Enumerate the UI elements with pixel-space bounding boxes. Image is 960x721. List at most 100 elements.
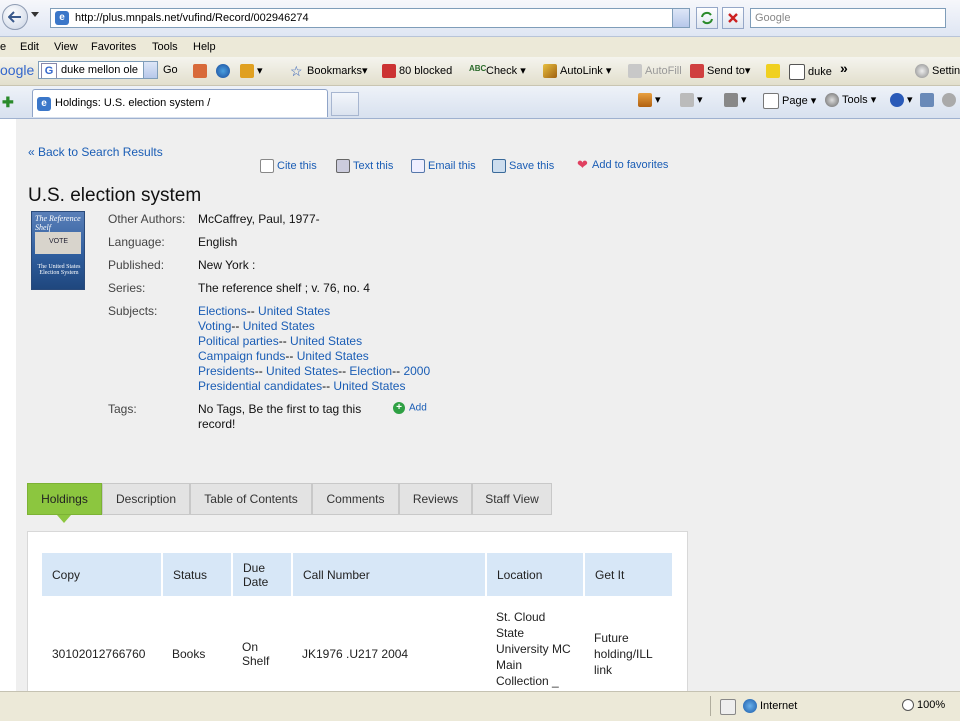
subject-link[interactable]: Political parties	[198, 334, 279, 348]
back-to-results-link[interactable]: « Back to Search Results	[28, 145, 163, 159]
puzzle-icon[interactable]: ▾	[240, 64, 263, 79]
favorites-add-icon[interactable]: ✚	[2, 94, 14, 111]
tab-reviews[interactable]: Reviews	[399, 483, 472, 515]
google-g-icon: G	[41, 63, 57, 78]
subject-item: Campaign funds-- United States	[198, 349, 369, 363]
subject-link[interactable]: Campaign funds	[198, 349, 285, 363]
save-this-link[interactable]: Save this	[492, 159, 554, 173]
subject-sub-link[interactable]: United States	[333, 379, 405, 393]
autolink-button[interactable]: AutoLink ▾	[543, 64, 611, 79]
go-button[interactable]: Go	[163, 64, 178, 76]
google-search-dropdown-icon[interactable]	[143, 61, 158, 79]
subject-item: Presidents-- United States-- Election-- …	[198, 364, 431, 378]
browser-tab-active[interactable]: e Holdings: U.S. election system /	[32, 89, 328, 117]
cover-photo: VOTE	[35, 232, 81, 254]
back-arrow-icon	[8, 11, 21, 23]
settings-button[interactable]: Settin	[915, 64, 960, 78]
url-text: http://plus.mnpals.net/vufind/Record/002…	[75, 12, 309, 24]
menu-help[interactable]: Help	[193, 41, 216, 53]
popup-blocker-button[interactable]: 80 blocked	[382, 64, 452, 78]
email-this-link[interactable]: Email this	[411, 159, 476, 173]
subject-link[interactable]: Elections	[198, 304, 247, 318]
back-button[interactable]	[2, 4, 28, 30]
help-icon[interactable]: ▾	[890, 93, 913, 108]
zoom-icon	[902, 699, 914, 712]
add-tag-button[interactable]: + Add	[393, 402, 427, 414]
messenger-icon[interactable]	[942, 93, 959, 107]
subject-sub-link[interactable]: United States	[297, 349, 369, 363]
protected-mode-icon	[720, 699, 739, 715]
new-tab-button[interactable]	[331, 92, 359, 116]
more-chevron-icon[interactable]: »	[840, 60, 848, 76]
globe-icon[interactable]	[216, 64, 233, 78]
tab-table-of-contents[interactable]: Table of Contents	[190, 483, 312, 515]
duke-label: duke	[808, 65, 832, 78]
tags-empty-text-2: record!	[198, 417, 236, 431]
menu-edit[interactable]: Edit	[20, 41, 39, 53]
menu-tools[interactable]: Tools	[152, 41, 178, 53]
sendto-icon	[690, 64, 704, 79]
news-icon[interactable]	[193, 64, 210, 78]
subject-sub-link[interactable]: United States	[290, 334, 362, 348]
series-link[interactable]: The reference shelf ; v. 76, no. 4	[198, 281, 370, 295]
search-input[interactable]: Google	[750, 8, 946, 28]
phone-icon	[336, 159, 350, 173]
cite-this-link[interactable]: Cite this	[260, 159, 317, 173]
tab-holdings[interactable]: Holdings	[27, 483, 102, 515]
cover-vote-text: VOTE	[49, 238, 69, 245]
author-link[interactable]: McCaffrey, Paul, 1977-	[198, 212, 320, 226]
book-cover[interactable]: The Reference Shelf VOTE The United Stat…	[31, 211, 85, 290]
spellcheck-button[interactable]: ABCCheck ▾	[469, 64, 526, 78]
vertical-scrollbar[interactable]	[940, 119, 960, 691]
status-divider	[710, 696, 711, 716]
table-row: 30102012766760 Books On Shelf JK1976 .U2…	[42, 596, 672, 691]
subject-sub-link[interactable]: United States	[243, 319, 315, 333]
url-dropdown-icon[interactable]	[672, 9, 689, 27]
bookmarks-button[interactable]: ☆ Bookmarks▾	[290, 64, 368, 78]
tools-menu-button[interactable]: Tools ▾	[825, 93, 876, 108]
tab-comments[interactable]: Comments	[312, 483, 399, 515]
sendto-label: Send to	[707, 65, 745, 77]
subject-sub-link[interactable]: 2000	[403, 364, 430, 378]
subject-link[interactable]: Presidential candidates	[198, 379, 322, 393]
subject-sub-link[interactable]: United States	[266, 364, 338, 378]
zoom-control[interactable]: 100%	[902, 699, 945, 712]
menu-favorites[interactable]: Favorites	[91, 41, 136, 53]
print-icon[interactable]: ▾	[724, 93, 747, 108]
abc-check-icon: ABC	[469, 64, 487, 74]
research-icon[interactable]	[920, 93, 937, 107]
menu-view[interactable]: View	[54, 41, 78, 53]
refresh-icon[interactable]	[696, 7, 718, 29]
published-label: Published:	[108, 258, 165, 272]
subject-sub-link[interactable]: United States	[258, 304, 330, 318]
col-due-date: Due Date	[232, 553, 293, 596]
google-search-input[interactable]: G duke mellon ole	[38, 61, 158, 79]
page-menu-button[interactable]: Page ▾	[763, 93, 816, 109]
duke-search-button[interactable]: duke	[789, 64, 832, 80]
envelope-icon	[411, 159, 425, 173]
subject-sub-link[interactable]: Election	[349, 364, 392, 378]
sendto-button[interactable]: Send to▾	[690, 64, 750, 79]
subject-item: Presidential candidates-- United States	[198, 379, 406, 393]
subject-link[interactable]: Presidents	[198, 364, 255, 378]
stop-icon[interactable]	[722, 7, 744, 29]
menu-file[interactable]: e	[0, 41, 6, 53]
cover-series-text: The Reference Shelf	[35, 214, 81, 232]
home-icon[interactable]: ▾	[638, 93, 661, 108]
highlighter-icon[interactable]	[766, 64, 783, 78]
email-label: Email this	[428, 159, 476, 172]
tab-staff-view[interactable]: Staff View	[472, 483, 552, 515]
get-it-cell[interactable]: Future holding/ILL link	[584, 596, 672, 691]
autofill-button[interactable]: AutoFill	[628, 64, 682, 78]
text-this-link[interactable]: Text this	[336, 159, 393, 173]
add-to-favorites-link[interactable]: ❤ Add to favorites	[577, 158, 668, 171]
subject-link[interactable]: Voting	[198, 319, 231, 333]
subject-item: Elections-- United States	[198, 304, 331, 318]
menu-bar: e Edit View Favorites Tools Help	[0, 37, 960, 57]
zone-indicator: Internet	[743, 699, 797, 713]
history-dropdown-icon[interactable]	[31, 12, 39, 17]
feeds-icon[interactable]: ▾	[680, 93, 703, 108]
tab-description[interactable]: Description	[102, 483, 190, 515]
address-bar: e http://plus.mnpals.net/vufind/Record/0…	[0, 0, 960, 37]
url-field[interactable]: e http://plus.mnpals.net/vufind/Record/0…	[50, 8, 690, 28]
